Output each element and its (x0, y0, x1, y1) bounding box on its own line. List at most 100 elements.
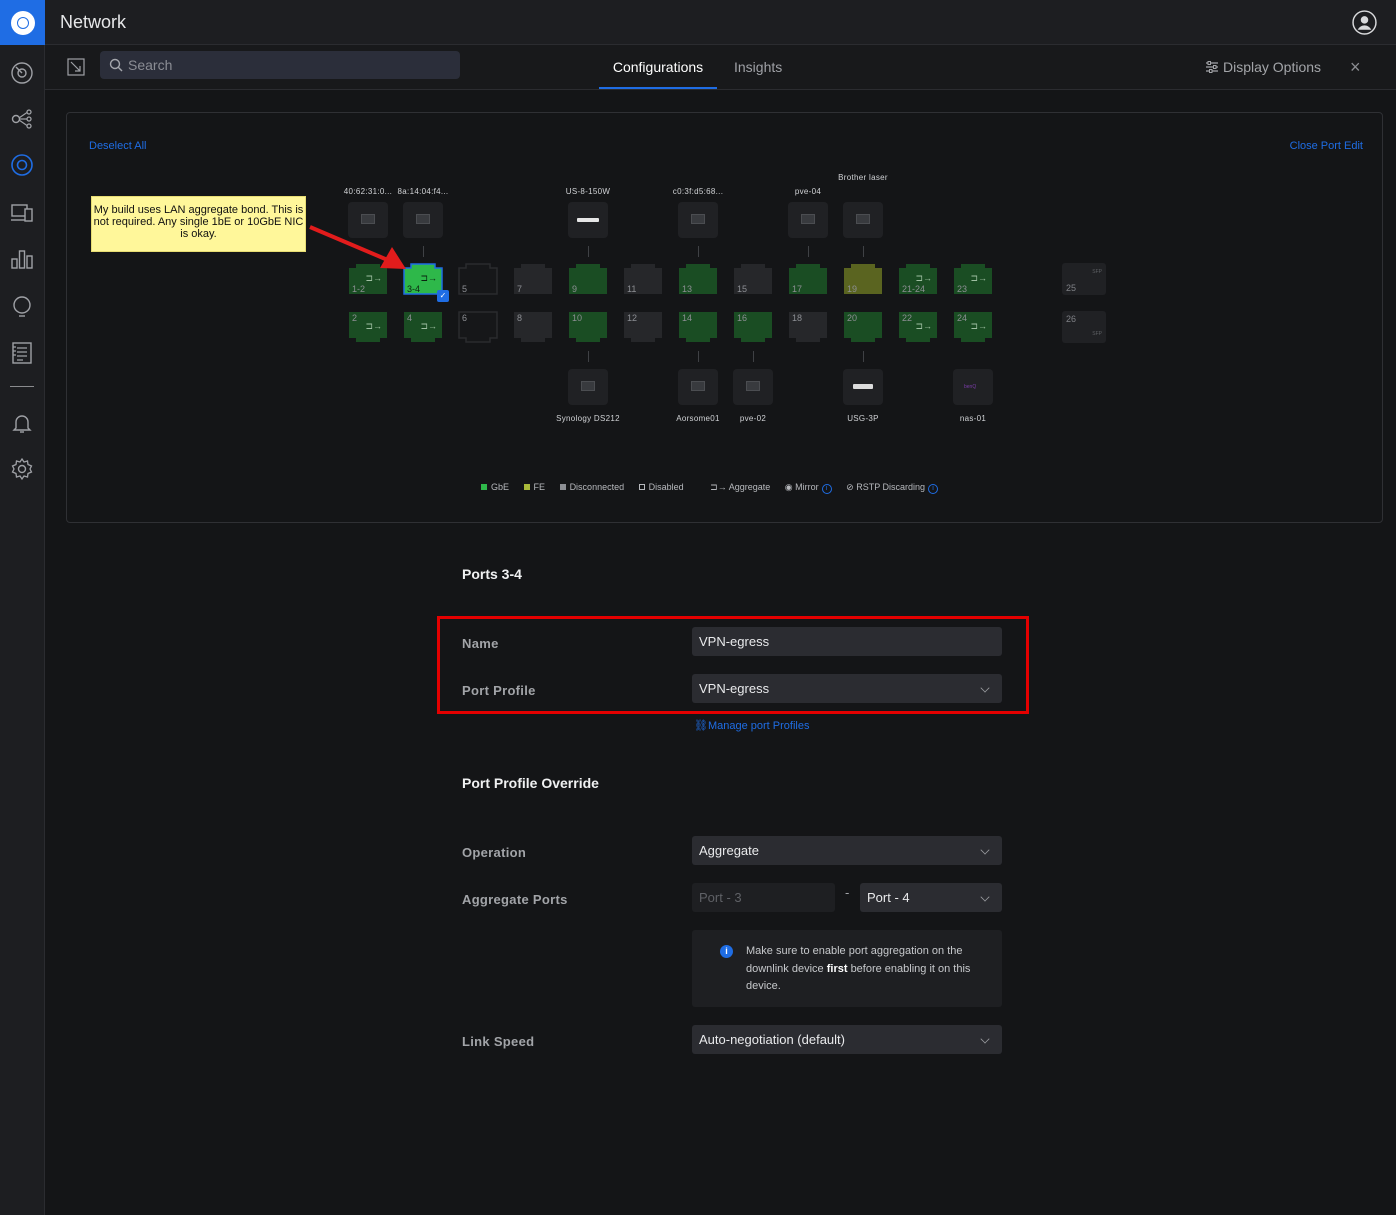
switch-port[interactable]: 8 (513, 311, 553, 343)
switch-port[interactable]: 12 (623, 311, 663, 343)
collapse-icon[interactable] (67, 58, 85, 76)
toolbar: Configurations Insights Display Options … (45, 45, 1396, 90)
switch-port[interactable]: 19 (843, 263, 883, 295)
port-number: 1-2 (352, 284, 366, 294)
device-icon[interactable] (733, 369, 773, 405)
legend-disconnected: Disconnected (569, 482, 625, 492)
link-speed-label: Link Speed (462, 1034, 535, 1049)
link-line (698, 246, 699, 257)
nas-brand-tag: benQ (964, 384, 977, 390)
switch-port[interactable]: 14 (678, 311, 718, 343)
port-number: 12 (627, 313, 638, 323)
port-number: 20 (847, 313, 858, 323)
statistics-icon[interactable] (10, 247, 34, 271)
info-icon[interactable]: i (821, 484, 832, 494)
display-options-label: Display Options (1223, 59, 1322, 75)
app-title: Network (60, 12, 127, 32)
switch-port[interactable]: 4 ⊐→ (403, 311, 443, 343)
switch-port[interactable]: 7 (513, 263, 553, 295)
annotation-arrow (309, 225, 406, 269)
device-label: Brother laser (838, 173, 888, 182)
device-icon[interactable] (788, 202, 828, 238)
switch-port[interactable]: 21-24 ⊐→ (898, 263, 938, 295)
operation-select[interactable]: Aggregate (692, 836, 1002, 865)
switch-port[interactable]: 13 (678, 263, 718, 295)
switch-port[interactable]: 22 ⊐→ (898, 311, 938, 343)
aggregate-to-select[interactable]: Port - 4 (860, 883, 1002, 912)
devices-icon[interactable] (10, 153, 34, 177)
ports-title: Ports 3-4 (462, 566, 522, 582)
insights-icon[interactable] (10, 295, 34, 319)
switch-port[interactable]: 17 (788, 263, 828, 295)
logo-icon (10, 10, 35, 35)
switch-port[interactable]: 5 (458, 263, 498, 295)
aggregate-icon: ⊐→ (970, 273, 987, 283)
switch-port[interactable]: 20 (843, 311, 883, 343)
printer-device-icon[interactable] (843, 202, 883, 238)
port-number: 6 (462, 313, 468, 323)
router-device-icon[interactable] (843, 369, 883, 405)
note-bold: first (826, 962, 848, 975)
close-icon[interactable]: × (1350, 57, 1361, 78)
legend-gbe: GbE (491, 482, 510, 492)
switch-port[interactable]: 23 ⊐→ (953, 263, 993, 295)
port-number: 16 (737, 313, 748, 323)
search-input[interactable] (128, 51, 448, 79)
legend-fe: FE (533, 482, 546, 492)
nas-device-icon[interactable]: benQ (953, 369, 993, 405)
legend-aggregate: Aggregate (728, 482, 771, 492)
device-icon[interactable] (678, 369, 718, 405)
sfp-port[interactable]: 25 SFP (1062, 263, 1106, 295)
switch-port[interactable]: 16 (733, 311, 773, 343)
logs-icon[interactable] (10, 341, 34, 365)
device-icon[interactable] (678, 202, 718, 238)
manage-port-profiles-link[interactable]: ⛓Manage port Profiles (694, 719, 809, 732)
device-label: USG-3P (847, 414, 879, 423)
switch-port[interactable]: 15 (733, 263, 773, 295)
range-dash: - (845, 885, 850, 900)
chevron-down-icon (980, 1034, 990, 1044)
deselect-all-link[interactable]: Deselect All (89, 140, 146, 152)
clients-icon[interactable] (10, 201, 34, 225)
switch-device-icon[interactable] (568, 202, 608, 238)
aggregate-ports-label: Aggregate Ports (462, 892, 568, 907)
nas-device-icon[interactable] (568, 369, 608, 405)
switch-port[interactable]: 24 ⊐→ (953, 311, 993, 343)
account-icon[interactable] (1352, 10, 1377, 35)
topology-icon[interactable] (10, 107, 34, 131)
switch-port[interactable]: 9 (568, 263, 608, 295)
switch-port[interactable]: 11 (623, 263, 663, 295)
display-options-button[interactable]: Display Options (1205, 59, 1321, 75)
alerts-icon[interactable] (10, 411, 34, 435)
switch-port[interactable]: 6 (458, 311, 498, 343)
device-label: Synology DS212 (556, 414, 620, 423)
aggregate-icon: ⊐→ (710, 482, 729, 492)
switch-port[interactable]: 10 (568, 311, 608, 343)
port-number: 19 (847, 284, 858, 294)
device-label: pve-02 (739, 414, 767, 423)
chevron-down-icon (980, 845, 990, 855)
aggregate-to-value: Port - 4 (867, 890, 910, 905)
search-box[interactable] (100, 51, 460, 79)
info-icon[interactable]: i (928, 484, 939, 494)
dashboard-icon[interactable] (10, 61, 34, 85)
link-icon: ⛓ (694, 720, 708, 732)
aggregation-info-note: i Make sure to enable port aggregation o… (692, 930, 1002, 1007)
settings-icon[interactable] (10, 457, 34, 481)
switch-port[interactable]: 2 ⊐→ (348, 311, 388, 343)
sfp-port[interactable]: 26 SFP (1062, 311, 1106, 343)
device-label: 8a:14:04:f4... (397, 187, 449, 196)
link-line (698, 351, 699, 362)
sfp-port-number: 25 (1066, 283, 1077, 293)
switch-port[interactable]: 18 (788, 311, 828, 343)
operation-label: Operation (462, 845, 527, 860)
close-port-edit-link[interactable]: Close Port Edit (1290, 140, 1363, 152)
tab-insights[interactable]: Insights (734, 45, 782, 89)
chevron-down-icon (980, 892, 990, 902)
app-logo[interactable] (0, 0, 45, 45)
port-number: 2 (352, 313, 358, 323)
gbe-swatch (481, 484, 487, 490)
link-speed-select[interactable]: Auto-negotiation (default) (692, 1025, 1002, 1054)
tab-configurations[interactable]: Configurations (599, 45, 717, 89)
link-line (588, 351, 589, 362)
